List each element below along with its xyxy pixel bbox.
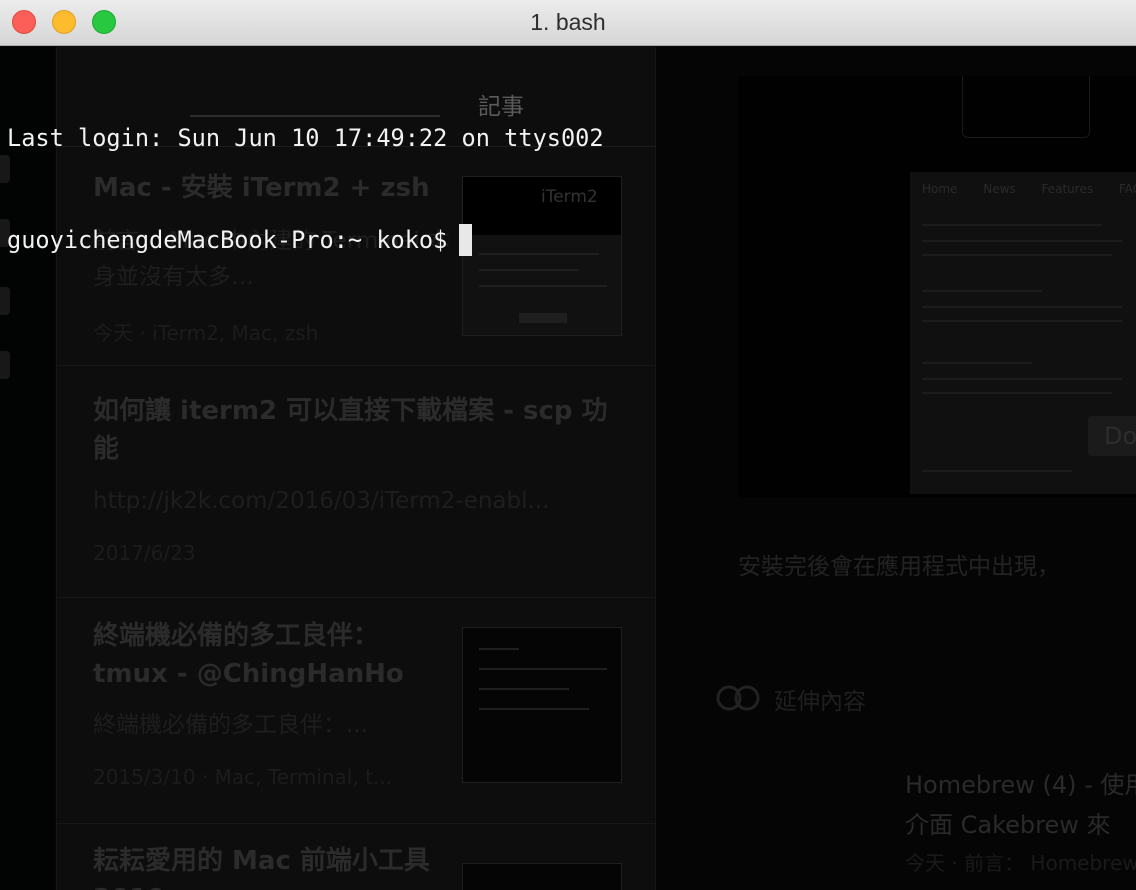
card-meta: 2015/3/10 · Mac, Terminal, t... bbox=[93, 765, 392, 789]
background-side-article-meta: 今天 · 前言： Homebrew bbox=[905, 851, 1136, 875]
terminal-prompt-line[interactable]: guoyichengdeMacBook-Pro:~ koko$ bbox=[7, 223, 604, 257]
background-related-heading: 延伸內容 bbox=[774, 689, 866, 715]
card-title: 如何讓 iterm2 可以直接下載檔案 - scp 功能 bbox=[93, 396, 608, 464]
window-title: 1. bash bbox=[530, 9, 606, 35]
terminal-login-line: Last login: Sun Jun 10 17:49:22 on ttys0… bbox=[7, 124, 604, 152]
shell-prompt: guoyichengdeMacBook-Pro:~ koko$ bbox=[7, 226, 448, 254]
terminal-output: Last login: Sun Jun 10 17:49:22 on ttys0… bbox=[7, 53, 604, 325]
card-meta: 2017/6/23 bbox=[93, 541, 196, 565]
card-divider bbox=[57, 365, 655, 366]
sidebar-icon bbox=[0, 351, 10, 379]
card-thumbnail bbox=[462, 627, 622, 783]
card-divider bbox=[57, 823, 655, 824]
link-icon bbox=[716, 685, 760, 711]
card-excerpt: 終端機必備的多工良伴：... bbox=[93, 712, 368, 738]
card-title: 耘耘愛用的 Mac 前端小工具 2019 bbox=[93, 846, 430, 890]
card-excerpt: http://jk2k.com/2016/03/iTerm2-enabl... bbox=[93, 488, 550, 514]
title-bar: 1. bash bbox=[0, 0, 1136, 46]
card-divider bbox=[57, 597, 655, 598]
background-side-article-title: Homebrew (4) - 使用 介面 Cakebrew 來 bbox=[905, 771, 1136, 839]
background-embedded-image: Home News Features FAQ Do bbox=[738, 76, 1136, 498]
terminal-view[interactable]: 記事 Mac - 安裝 iTerm2 + zsh 前言： Mac 中內建的 Te… bbox=[0, 47, 1136, 890]
background-caption: 安裝完後會在應用程式中出現， bbox=[738, 554, 1060, 580]
card-title: 終端機必備的多工良伴：tmux - @ChingHanHo bbox=[93, 621, 404, 689]
card-thumbnail bbox=[462, 863, 622, 890]
text-cursor bbox=[459, 224, 473, 256]
